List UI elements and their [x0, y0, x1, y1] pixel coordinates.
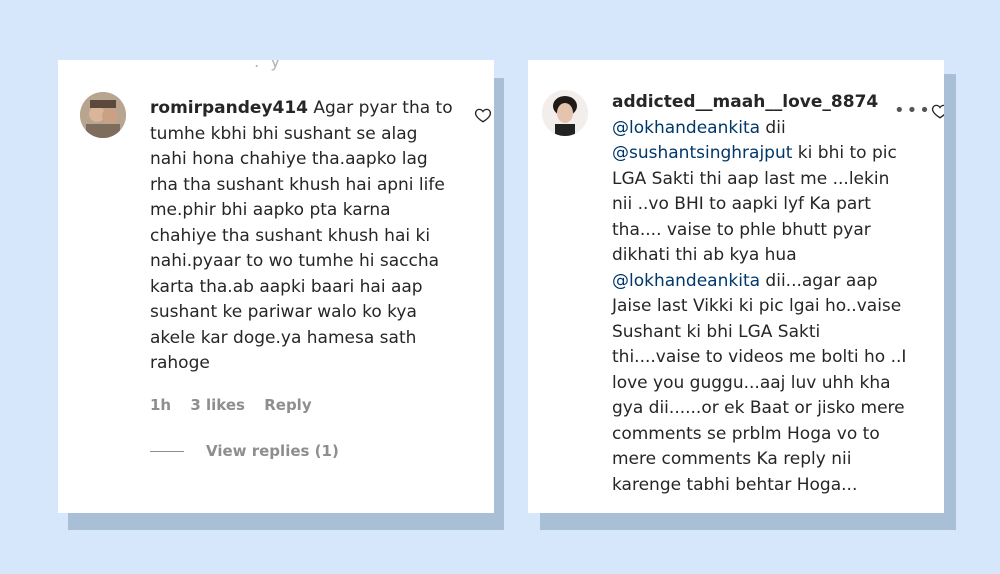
comment-line: comments se prblm Hoga vo to: [612, 423, 880, 444]
avatar[interactable]: [80, 92, 126, 138]
comment-line: Sushant ki bhi LGA Sakti: [612, 321, 821, 342]
comment-line: karta tha.ab aapki baari hai aap: [150, 276, 423, 297]
comment-line: chahiye tha sushant khush hai ki: [150, 225, 431, 246]
comment-time: 1h: [150, 396, 172, 414]
username-link[interactable]: romirpandey414: [150, 98, 308, 118]
comment-line: akele kar doge.ya hamesa sath: [150, 327, 417, 348]
mention-link[interactable]: @sushantsinghrajput: [612, 143, 792, 163]
reply-button[interactable]: Reply: [264, 396, 311, 414]
comment-card-1: . y romirpandey414 Agar pyar tha to tumh…: [58, 60, 494, 513]
heart-icon[interactable]: [474, 106, 492, 124]
comment-line: dii: [760, 117, 786, 138]
username-link[interactable]: addicted__maah__love_8874: [612, 92, 878, 112]
comment-line: me.phir bhi aapko pta karna: [150, 200, 391, 220]
more-options-icon[interactable]: •••: [894, 100, 932, 121]
comment-line: ki bhi to pic: [792, 143, 897, 163]
comment-line: rahoge: [150, 353, 210, 373]
comment-line: karenge tabhi behtar Hoga...: [612, 474, 858, 495]
comment-line: nii ..vo BHI to aapki lyf Ka part: [612, 194, 871, 214]
comment-line: tumhe kbhi bhi sushant se alag: [150, 123, 418, 144]
comment-line: mere comments Ka reply nii: [612, 449, 852, 469]
comment-line: rha tha sushant khush hai apni life: [150, 174, 445, 195]
comment-meta: 1h 3 likes Reply: [150, 396, 326, 414]
comment-line: tha.... vaise to phle bhutt pyar: [612, 219, 871, 240]
comment-line: love you guggu...aaj luv uhh kha: [612, 372, 891, 393]
comment-line: nahi.pyaar to wo tumhe hi saccha: [150, 251, 440, 271]
comment-line: thi....vaise to videos me bolti ho ..I: [612, 347, 907, 367]
view-replies-button[interactable]: View replies (1): [150, 442, 339, 460]
mention-link[interactable]: @lokhandeankita: [612, 271, 760, 291]
likes-count[interactable]: 3 likes: [190, 396, 245, 414]
comment-line: sushant ke pariwar walo ko kya: [150, 302, 417, 322]
cut-off-text-fragment: . y: [254, 60, 281, 72]
comment-text: romirpandey414 Agar pyar tha to tumhe kb…: [150, 96, 460, 377]
comment-card-2: addicted__maah__love_8874 @lokhandeankit…: [528, 60, 944, 513]
heart-icon[interactable]: [931, 102, 944, 120]
comment-text: addicted__maah__love_8874 @lokhandeankit…: [612, 90, 912, 498]
avatar[interactable]: [542, 90, 588, 136]
comment-line: Agar pyar tha to: [313, 98, 453, 118]
comment-line: Jaise last Vikki ki pic lgai ho..vaise: [612, 296, 902, 316]
divider-line: [150, 451, 184, 452]
mention-link[interactable]: @lokhandeankita: [612, 118, 760, 138]
comment-line: gya dii......or ek Baat or jisko mere: [612, 398, 905, 418]
comment-line: LGA Sakti thi aap last me ...lekin: [612, 168, 890, 189]
comment-line: dii...agar aap: [760, 270, 878, 291]
view-replies-label: View replies (1): [206, 442, 339, 460]
comment-line: dikhati thi ab kya hua: [612, 245, 797, 265]
comment-line: nahi hona chahiye tha.aapko lag: [150, 149, 428, 169]
